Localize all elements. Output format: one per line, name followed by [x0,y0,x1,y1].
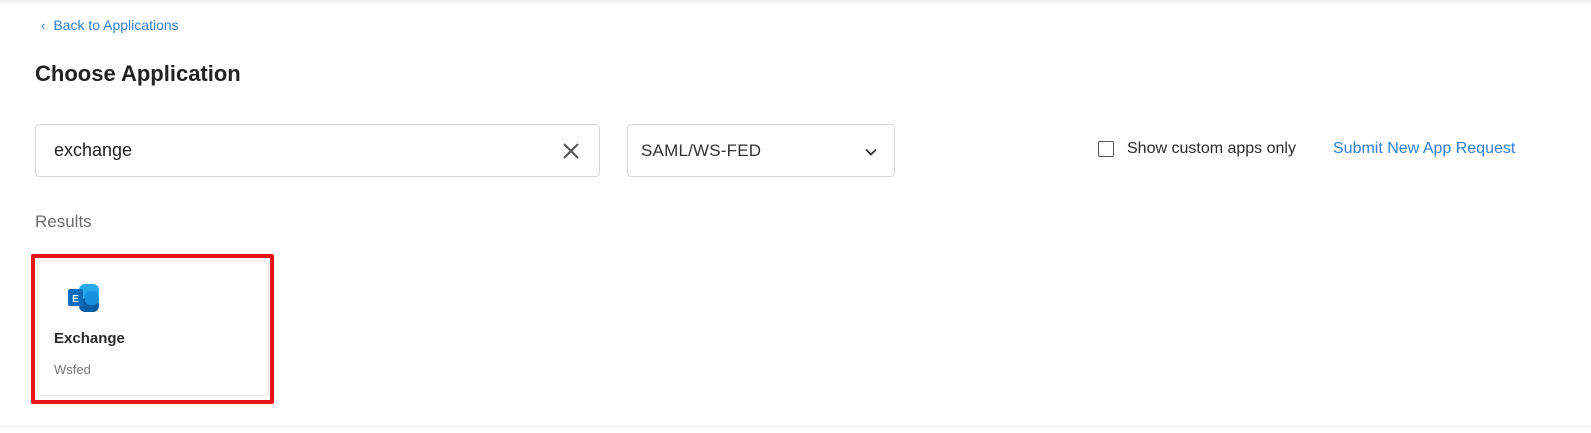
results-heading: Results [35,212,92,231]
back-to-applications-link[interactable]: ‹ Back to Applications [41,17,179,33]
svg-text:E: E [72,294,79,305]
back-link-label: Back to Applications [53,17,179,33]
chevron-left-icon: ‹ [41,17,46,33]
custom-apps-checkbox[interactable] [1098,141,1114,157]
protocol-filter-value: SAML/WS-FED [641,140,762,160]
exchange-icon: E [66,283,100,313]
custom-apps-label: Show custom apps only [1127,140,1296,157]
protocol-filter-select[interactable]: SAML/WS-FED [627,124,895,177]
close-icon[interactable] [560,140,582,162]
chevron-down-icon [864,145,878,159]
search-box [35,124,600,177]
submit-new-app-request-link[interactable]: Submit New App Request [1333,140,1515,158]
app-card-exchange[interactable]: E Exchange Wsfed [37,260,269,396]
divider [0,426,1591,427]
search-input[interactable] [54,135,544,166]
header-shadow [0,0,1591,6]
app-protocol: Wsfed [54,362,91,377]
page-title: Choose Application [35,61,241,86]
custom-apps-toggle[interactable]: Show custom apps only [1098,140,1296,158]
app-name: Exchange [54,330,125,347]
